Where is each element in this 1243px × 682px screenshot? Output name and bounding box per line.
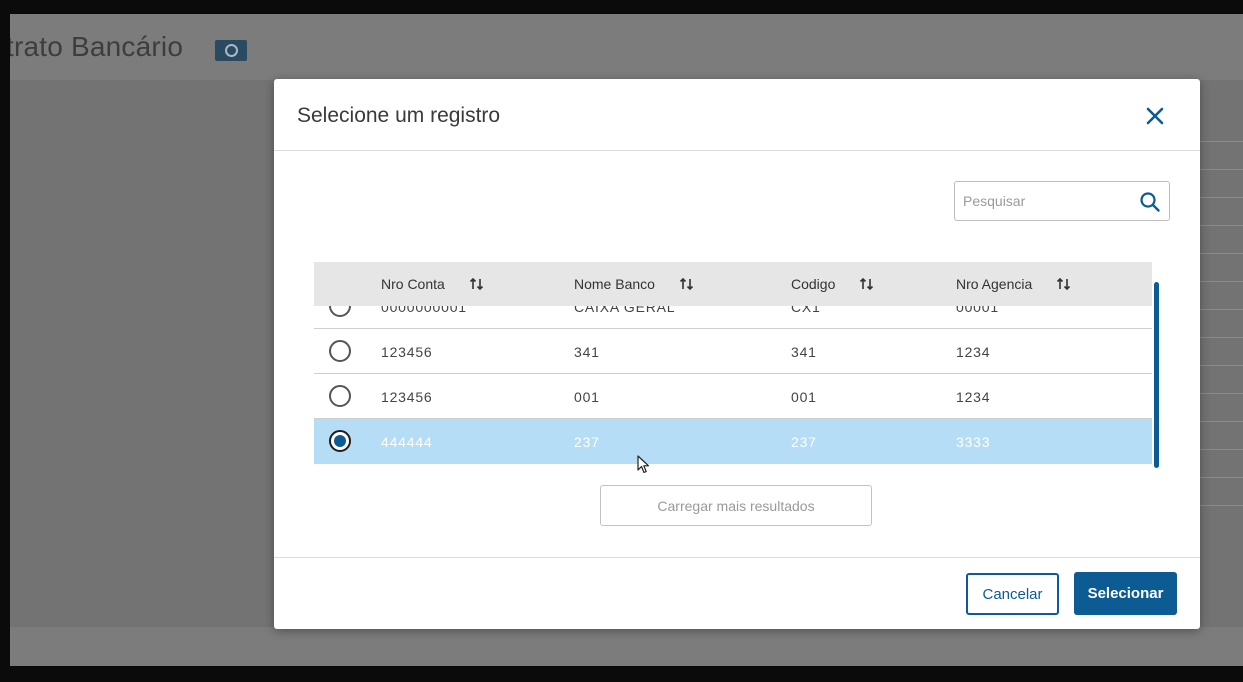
load-more-button[interactable]: Carregar mais resultados [600, 485, 872, 526]
close-button[interactable] [1140, 101, 1170, 131]
close-icon [1146, 107, 1164, 125]
cell-nome-banco: 001 [574, 389, 600, 405]
row-radio[interactable] [329, 340, 351, 362]
app-background-rows [1200, 114, 1243, 514]
cell-nro-agencia: 3333 [956, 434, 991, 450]
column-header-nro-agencia[interactable]: Nro Agencia [956, 276, 1072, 292]
cell-codigo: 237 [791, 434, 817, 450]
column-header-label: Codigo [791, 276, 836, 292]
cell-nome-banco: 237 [574, 434, 600, 450]
cell-nro-agencia: 1234 [956, 389, 991, 405]
column-header-codigo[interactable]: Codigo [791, 276, 875, 292]
table-row[interactable]: 123456 341 341 1234 [314, 329, 1152, 374]
sort-icon[interactable] [469, 277, 485, 291]
table-scrollbar[interactable] [1154, 282, 1159, 468]
sort-icon[interactable] [859, 277, 875, 291]
table-body: 0000000001 CAIXA GERAL CX1 00001 123456 … [314, 284, 1152, 464]
cell-codigo: 341 [791, 344, 817, 360]
table-row[interactable]: 123456 001 001 1234 [314, 374, 1152, 419]
records-table: Nro Conta Nome Banco Codigo Nro Agencia … [314, 262, 1162, 468]
dialog-title: Selecione um registro [297, 104, 501, 127]
search-field [954, 181, 1170, 221]
app-footer [10, 627, 1243, 666]
column-header-label: Nro Conta [381, 276, 445, 292]
search-icon[interactable] [1139, 191, 1161, 213]
info-icon [215, 40, 247, 61]
sort-icon[interactable] [1056, 277, 1072, 291]
dialog-header: Selecione um registro [274, 79, 1200, 151]
row-radio[interactable] [329, 385, 351, 407]
cell-nro-conta: 123456 [381, 344, 433, 360]
cancel-button[interactable]: Cancelar [966, 573, 1059, 615]
row-radio-checked[interactable] [329, 430, 351, 452]
select-record-dialog: Selecione um registro Nro Conta N [274, 79, 1200, 629]
cell-nro-conta: 123456 [381, 389, 433, 405]
table-header: Nro Conta Nome Banco Codigo Nro Agencia [314, 262, 1152, 306]
cell-nro-conta: 444444 [381, 434, 433, 450]
column-header-nome-banco[interactable]: Nome Banco [574, 276, 695, 292]
cell-nro-agencia: 1234 [956, 344, 991, 360]
select-button[interactable]: Selecionar [1074, 572, 1177, 615]
column-header-label: Nro Agencia [956, 276, 1033, 292]
mouse-cursor-icon [637, 455, 650, 474]
cell-codigo: 001 [791, 389, 817, 405]
table-row-selected[interactable]: 444444 237 237 3333 [314, 419, 1152, 464]
column-header-nro-conta[interactable]: Nro Conta [381, 276, 485, 292]
search-input[interactable] [955, 182, 1131, 220]
app-header: trato Bancário [10, 14, 1243, 80]
sort-icon[interactable] [679, 277, 695, 291]
dialog-footer: Cancelar Selecionar [274, 557, 1200, 630]
app-page-title: trato Bancário [10, 31, 184, 62]
cell-nome-banco: 341 [574, 344, 600, 360]
column-header-label: Nome Banco [574, 276, 655, 292]
